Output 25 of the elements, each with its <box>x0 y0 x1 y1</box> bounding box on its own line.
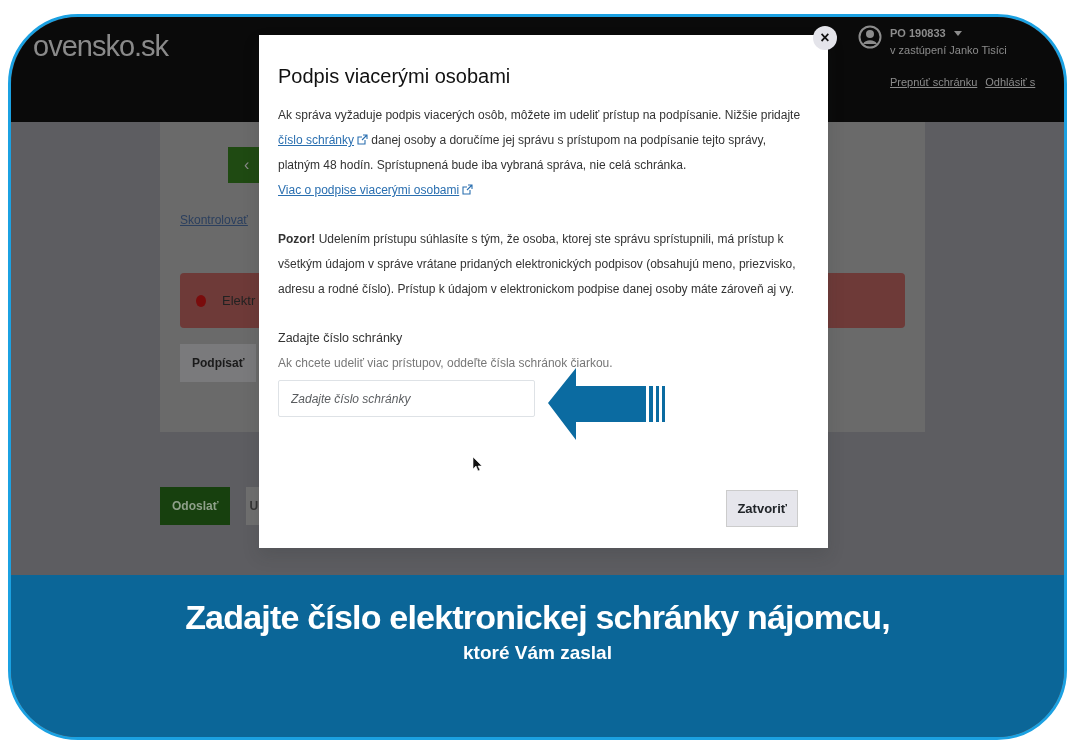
account-link[interactable]: Prepnúť schránku <box>890 74 978 91</box>
send-button[interactable]: Odoslať <box>160 487 231 525</box>
account-link[interactable]: Odhlásiť s <box>985 74 1036 91</box>
close-modal-button[interactable]: Zatvoriť <box>726 489 798 527</box>
warning-paragraph: Pozor! Udelením prístupu súhlasíte s tým, že osoba, ktorej ste správu sprístupnili, má prístup k všetkým údajom v správe vrátane pridaných elektronických podpisov (obsahujú meno, priezvisko, adresu a rodné číslo). Prístup k údajom v elektronickom podpise danej osoby máte zároveň aj vy. <box>278 231 797 298</box>
pointer-icon <box>473 457 482 471</box>
help-link[interactable]: číslo schránky <box>278 133 369 147</box>
external-link-icon <box>357 134 369 145</box>
account-id[interactable]: PO 190833 <box>890 25 946 42</box>
caption-title: Zadajte číslo elektronickej schránky nájomcu, <box>184 597 891 638</box>
caption-subtitle: ktoré Vám zaslal <box>462 641 613 666</box>
error-icon <box>196 294 206 307</box>
field-help: Ak chcete udeliť viac prístupov, oddeľte čísla schránok čiarkou. <box>278 355 614 372</box>
account-representative: v zastúpení Janko Tisíci <box>890 42 1008 58</box>
alert-text: Elektr <box>222 291 256 310</box>
sign-button[interactable]: Podpísať <box>180 344 257 382</box>
field-label: Zadajte číslo schránky <box>278 330 404 347</box>
modal-title: Podpis viacerými osobami <box>278 64 512 89</box>
caret-icon[interactable] <box>953 30 962 36</box>
help-link[interactable]: Viac o podpise viacerými osobami <box>278 183 474 197</box>
site-logo[interactable]: ovensko.sk <box>33 25 169 122</box>
intro-paragraph: Ak správa vyžaduje podpis viacerých osôb, môžete im udeliť prístup na podpísanie. Nižšie pridajte číslo schránky danej osoby a doručíme jej správu s prístupom na podpísanie tejto správy, platným 48 hodín. Sprístupnená bude iba vybraná správa, nie celá schránka. Viac o podpise viacerými osobami <box>278 107 802 199</box>
external-link-icon <box>462 184 474 195</box>
avatar-icon <box>858 25 882 49</box>
mailbox-number-field[interactable]: Zadajte číslo schránky <box>278 380 535 417</box>
